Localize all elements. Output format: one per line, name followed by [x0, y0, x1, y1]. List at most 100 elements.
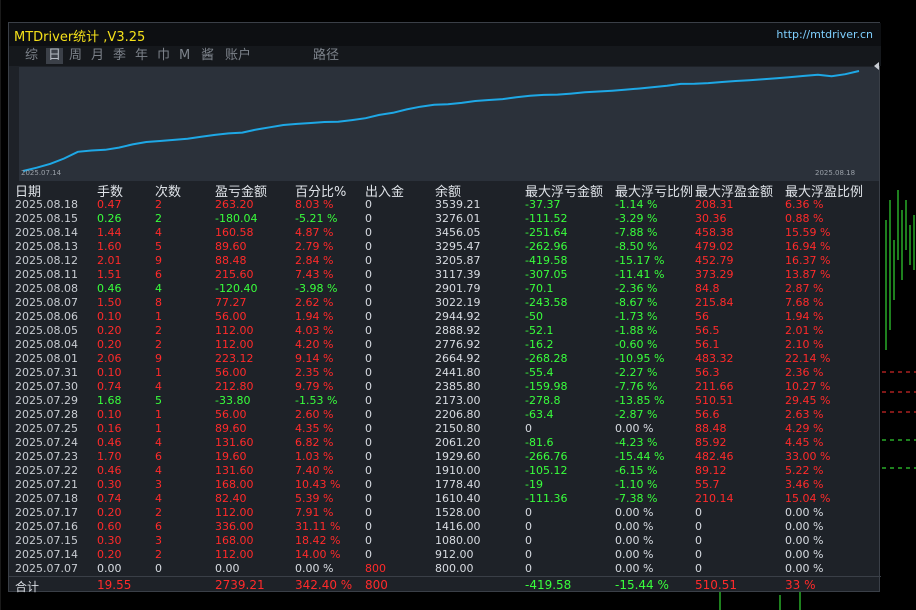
cell-pnl: 336.00	[215, 520, 254, 533]
cell-count: 4	[155, 464, 162, 477]
total-label: 合计	[15, 580, 40, 594]
cell-maxdd: -63.4	[525, 408, 554, 421]
cell-lots: 1.60	[97, 240, 122, 253]
cell-maxdd_pct: -15.17 %	[615, 254, 665, 267]
tab-2[interactable]: 周	[67, 48, 84, 64]
cell-pct: 6.82 %	[295, 436, 334, 449]
cell-maxdd: -266.76	[525, 450, 568, 463]
cell-lots: 0.46	[97, 464, 122, 477]
cell-lots: 2.01	[97, 254, 122, 267]
total-max-drawdown: -419.58	[525, 578, 572, 592]
cell-balance: 2944.92	[435, 310, 481, 323]
tab-6[interactable]: 巾	[155, 48, 172, 64]
cell-maxdd: 0	[525, 548, 532, 561]
cell-lots: 0.20	[97, 338, 122, 351]
cell-count: 9	[155, 254, 162, 267]
cell-maxfp_pct: 5.22 %	[785, 464, 824, 477]
table-row: 2025.07.18 0.74 4 82.40 5.39 % 0 1610.40 -111.3…	[9, 492, 881, 506]
tab-8[interactable]: 酱	[199, 48, 216, 64]
cell-io: 0	[365, 380, 372, 393]
table-row: 2025.08.14 1.44 4 160.58 4.87 % 0 3456.05 -251.…	[9, 226, 881, 240]
table-header: 日期 手数 次数 盈亏金额 百分比% 出入金 余额 最大浮亏金额 最大浮亏比例 最大浮盈金额 最大浮…	[9, 180, 881, 200]
cell-balance: 2901.79	[435, 282, 481, 295]
cell-maxfp_pct: 10.27 %	[785, 380, 831, 393]
cell-count: 9	[155, 352, 162, 365]
cell-count: 6	[155, 520, 162, 533]
tab-1[interactable]: 日	[46, 48, 64, 64]
equity-curve-line	[22, 70, 860, 172]
cell-count: 0	[155, 562, 162, 575]
cell-io: 0	[365, 212, 372, 225]
cell-maxdd_pct: -11.41 %	[615, 268, 665, 281]
cell-maxfp: 483.32	[695, 352, 734, 365]
cell-maxfp: 373.29	[695, 268, 734, 281]
cell-io: 0	[365, 198, 372, 211]
table-row: 2025.07.14 0.20 2 112.00 14.00 % 0 912.00 0 0.00…	[9, 548, 881, 562]
tab-5[interactable]: 年	[133, 48, 150, 64]
cell-maxdd_pct: -2.36 %	[615, 282, 658, 295]
cell-count: 2	[155, 338, 162, 351]
total-max-floating-profit: 510.51	[695, 578, 737, 592]
cell-balance: 800.00	[435, 562, 474, 575]
tab-bar: 综日周月季年巾 M 酱账户 路径	[9, 46, 881, 66]
cell-maxdd_pct: -2.27 %	[615, 366, 658, 379]
cell-pct: 2.35 %	[295, 366, 334, 379]
tab-9[interactable]: 账户	[223, 48, 253, 64]
cell-date: 2025.07.28	[15, 408, 78, 421]
table-row: 2025.07.21 0.30 3 168.00 10.43 % 0 1778.40 -19 -…	[9, 478, 881, 492]
cell-pct: -5.21 %	[295, 212, 338, 225]
cell-maxfp: 215.84	[695, 296, 734, 309]
cell-pnl: 77.27	[215, 296, 247, 309]
cell-pnl: 215.60	[215, 268, 254, 281]
cell-lots: 0.74	[97, 380, 122, 393]
chart-end-date: 2025.08.18	[815, 169, 856, 177]
tab-4[interactable]: 季	[111, 48, 128, 64]
cell-pct: 7.40 %	[295, 464, 334, 477]
statistics-panel: MTDriver统计 ,V3.25 http://mtdriver.cn 综日周…	[8, 22, 881, 594]
cell-maxdd: -262.96	[525, 240, 568, 253]
background-level-lines	[882, 371, 916, 469]
title-bar[interactable]: MTDriver统计 ,V3.25 http://mtdriver.cn	[9, 23, 881, 46]
cell-maxfp: 208.31	[695, 198, 734, 211]
cell-date: 2025.07.31	[15, 366, 78, 379]
cell-count: 4	[155, 492, 162, 505]
cell-maxfp: 56.3	[695, 366, 720, 379]
cell-pnl: 131.60	[215, 436, 254, 449]
table-row: 2025.08.06 0.10 1 56.00 1.94 % 0 2944.92 -50 -1.…	[9, 310, 881, 324]
tab-3[interactable]: 月	[89, 48, 106, 64]
tab-10[interactable]: 路径	[311, 48, 341, 64]
cell-balance: 3276.01	[435, 212, 481, 225]
cell-maxfp_pct: 0.00 %	[785, 506, 824, 519]
tab-0[interactable]: 综	[23, 48, 40, 64]
cell-pct: 9.79 %	[295, 380, 334, 393]
cell-maxdd: -50	[525, 310, 543, 323]
cell-lots: 0.30	[97, 534, 122, 547]
table-row: 2025.07.30 0.74 4 212.80 9.79 % 0 2385.80 -159.…	[9, 380, 881, 394]
cell-pct: 2.79 %	[295, 240, 334, 253]
cell-pnl: 160.58	[215, 226, 254, 239]
table-row: 2025.07.22 0.46 4 131.60 7.40 % 0 1910.00 -105.…	[9, 464, 881, 478]
cell-maxfp: 89.12	[695, 464, 727, 477]
cell-date: 2025.07.18	[15, 492, 78, 505]
cell-lots: 0.20	[97, 548, 122, 561]
table-row: 2025.07.07 0.00 0 0.00 0.00 % 800 800.00 0 0.00 …	[9, 562, 881, 576]
cell-date: 2025.07.22	[15, 464, 78, 477]
cell-maxdd: -105.12	[525, 464, 568, 477]
cell-pct: 7.91 %	[295, 506, 334, 519]
cell-count: 1	[155, 408, 162, 421]
cell-maxdd: -16.2	[525, 338, 554, 351]
cell-lots: 2.06	[97, 352, 122, 365]
cell-io: 0	[365, 408, 372, 421]
table-row: 2025.07.23 1.70 6 19.60 1.03 % 0 1929.60 -266.7…	[9, 450, 881, 464]
website-link[interactable]: http://mtdriver.cn	[776, 28, 873, 41]
table-row: 2025.07.16 0.60 6 336.00 31.11 % 0 1416.00 0 0.0…	[9, 520, 881, 534]
cell-maxdd_pct: 0.00 %	[615, 422, 654, 435]
cell-maxfp: 88.48	[695, 422, 727, 435]
table-row: 2025.08.07 1.50 8 77.27 2.62 % 0 3022.19 -243.5…	[9, 296, 881, 310]
cell-maxdd: -81.6	[525, 436, 554, 449]
cell-io: 0	[365, 520, 372, 533]
cell-balance: 2441.80	[435, 366, 481, 379]
tab-7[interactable]: M	[177, 48, 192, 64]
cell-count: 4	[155, 380, 162, 393]
cell-io: 0	[365, 296, 372, 309]
